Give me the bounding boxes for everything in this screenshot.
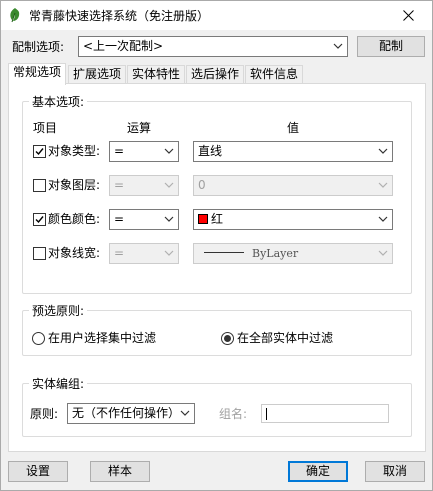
close-button[interactable] — [385, 1, 431, 30]
operator-value: = — [114, 212, 125, 226]
tab-extended[interactable]: 扩展选项 — [68, 65, 126, 84]
group-name-input[interactable] — [261, 404, 389, 423]
cancel-button[interactable]: 取消 — [365, 461, 425, 482]
principle-select[interactable]: 无（不作任何操作） — [67, 403, 195, 424]
radio-filter-all-label: 在全部实体中过滤 — [237, 331, 334, 345]
operator-value: = — [114, 144, 125, 158]
chevron-down-icon — [378, 182, 388, 188]
principle-value: 无（不作任何操作） — [72, 406, 181, 420]
checkbox-color[interactable] — [33, 213, 46, 226]
basic-options-group: 基本选项: 项目 运算 值 对象类型: = 直线 对象图层: = 0 颜色颜色:… — [22, 94, 412, 294]
radio-dot — [224, 335, 231, 342]
color-swatch — [198, 214, 208, 224]
ivy-leaf-icon — [7, 7, 23, 23]
chevron-down-icon — [164, 250, 174, 256]
operator-select-color[interactable]: = — [109, 209, 179, 230]
basic-options-title: 基本选项: — [29, 94, 88, 110]
label-line-weight: 对象线宽: — [48, 246, 101, 260]
chevron-down-icon — [378, 216, 388, 222]
value-select-object-type[interactable]: 直线 — [193, 141, 393, 162]
chevron-down-icon — [164, 216, 174, 222]
tab-entity-props[interactable]: 实体特性 — [127, 65, 185, 84]
checkbox-object-type[interactable] — [33, 145, 46, 158]
value-select-line-weight[interactable]: ByLayer — [193, 243, 393, 264]
preselect-title: 预选原则: — [29, 303, 88, 319]
value-select-object-layer[interactable]: 0 — [193, 175, 393, 196]
operator-value: = — [114, 246, 125, 260]
chevron-down-icon — [180, 410, 190, 416]
group-name-label: 组名: — [219, 407, 248, 421]
config-select-value: <上一次配制> — [83, 39, 164, 53]
text-caret — [266, 408, 267, 420]
config-button[interactable]: 配制 — [357, 36, 425, 57]
config-label: 配制选项: — [12, 40, 65, 54]
settings-button[interactable]: 设置 — [8, 461, 68, 482]
ok-button[interactable]: 确定 — [288, 461, 348, 482]
config-select[interactable]: <上一次配制> — [78, 36, 348, 57]
radio-filter-all[interactable] — [221, 332, 234, 345]
checkbox-object-layer[interactable] — [33, 179, 46, 192]
value-text: 红 — [211, 212, 224, 226]
operator-select-object-type[interactable]: = — [109, 141, 179, 162]
value-text: 0 — [198, 178, 206, 192]
chevron-down-icon — [378, 148, 388, 154]
entity-group-title: 实体编组: — [29, 376, 88, 392]
value-select-color[interactable]: 红 — [193, 209, 393, 230]
radio-filter-selection[interactable] — [32, 332, 45, 345]
label-object-layer: 对象图层: — [48, 178, 101, 192]
checkmark-icon — [35, 148, 44, 156]
close-icon — [402, 10, 414, 21]
tab-software-info[interactable]: 软件信息 — [245, 65, 303, 84]
tab-post-actions[interactable]: 选后操作 — [186, 65, 244, 84]
label-object-type: 对象类型: — [48, 144, 101, 158]
value-text: 直线 — [198, 144, 223, 158]
window-title: 常青藤快速选择系统（免注册版） — [29, 9, 210, 23]
dialog-window: 常青藤快速选择系统（免注册版） 配制选项: <上一次配制> 配制 常规选项 扩展… — [0, 0, 433, 491]
checkmark-icon — [35, 216, 44, 224]
value-text: ByLayer — [252, 247, 299, 260]
chevron-down-icon — [378, 250, 388, 256]
operator-select-object-layer[interactable]: = — [109, 175, 179, 196]
radio-filter-selection-label: 在用户选择集中过滤 — [48, 331, 157, 345]
chevron-down-icon — [333, 43, 343, 49]
checkbox-line-weight[interactable] — [33, 247, 46, 260]
label-color: 颜色颜色: — [48, 212, 101, 226]
tab-panel-general: 基本选项: 项目 运算 值 对象类型: = 直线 对象图层: = 0 颜色颜色:… — [8, 83, 426, 452]
sample-button[interactable]: 样本 — [90, 461, 150, 482]
header-item: 项目 — [33, 121, 58, 135]
line-sample-icon — [204, 252, 244, 253]
operator-select-line-weight[interactable]: = — [109, 243, 179, 264]
principle-label: 原则: — [30, 407, 59, 421]
title-bar: 常青藤快速选择系统（免注册版） — [1, 1, 432, 30]
chevron-down-icon — [164, 148, 174, 154]
tab-general[interactable]: 常规选项 — [8, 63, 66, 85]
header-operation: 运算 — [127, 121, 152, 135]
preselect-group: 预选原则: 在用户选择集中过滤 在全部实体中过滤 — [22, 303, 412, 356]
operator-value: = — [114, 178, 125, 192]
header-value: 值 — [287, 121, 300, 135]
entity-group-box: 实体编组: 原则: 无（不作任何操作） 组名: — [22, 376, 412, 437]
chevron-down-icon — [164, 182, 174, 188]
